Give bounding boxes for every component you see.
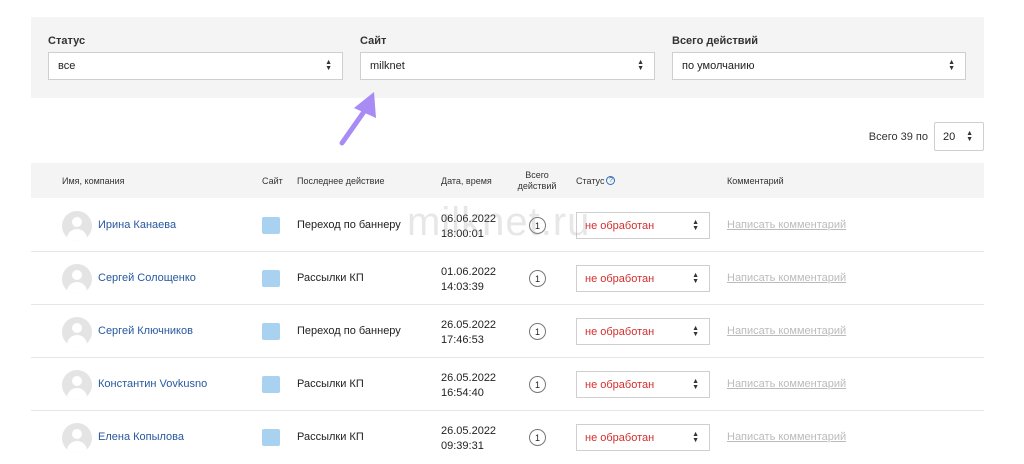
table-header: Имя, компания Сайт Последнее действие Да…: [31, 163, 984, 198]
site-icon: [262, 270, 280, 287]
table-row: Сергей Солощенко Рассылки КП 01.06.2022 1…: [31, 252, 984, 305]
write-comment-link[interactable]: Написать комментарий: [727, 325, 846, 337]
action-count-badge: 1: [529, 323, 546, 340]
total-actions-filter-value: по умолчанию: [682, 60, 755, 72]
site-icon: [262, 429, 280, 446]
header-status-label: Статус: [576, 175, 605, 186]
total-actions-filter: Всего действий: [672, 35, 758, 51]
select-arrows-icon: ▲ ▼: [692, 431, 699, 444]
table-row: Елена Копылова Рассылки КП 26.05.2022 09:…: [31, 411, 984, 464]
avatar: [62, 211, 92, 241]
page-size-select[interactable]: 20 ▲ ▼: [934, 122, 984, 151]
avatar: [62, 423, 92, 453]
status-filter-value: все: [58, 60, 76, 72]
write-comment-link[interactable]: Написать комментарий: [727, 272, 846, 284]
date: 26.05.2022: [441, 372, 497, 384]
select-arrows-icon: ▲ ▼: [325, 59, 332, 72]
table-row: Константин Vovkusno Рассылки КП 26.05.20…: [31, 358, 984, 411]
help-icon[interactable]: ?: [606, 176, 616, 185]
time: 09:39:31: [441, 440, 484, 452]
status-value: не обработан: [585, 219, 655, 232]
status-select[interactable]: не обработан ▲ ▼: [576, 424, 710, 451]
select-arrows-icon: ▲ ▼: [966, 130, 973, 143]
watermark: milknet.ru: [407, 200, 591, 244]
status-filter: Статус: [48, 35, 85, 51]
time: 16:54:40: [441, 387, 484, 399]
datetime: 26.05.2022 09:39:31: [441, 424, 496, 454]
datetime: 01.06.2022 14:03:39: [441, 265, 496, 295]
site-filter: Сайт: [360, 35, 386, 51]
action-count-badge: 1: [529, 376, 546, 393]
status-value: не обработан: [585, 431, 655, 444]
pagination-control: Всего 39 по 20 ▲ ▼: [869, 122, 984, 151]
header-datetime: Дата, время: [441, 175, 492, 186]
select-arrows-icon: ▲ ▼: [692, 219, 699, 232]
last-action: Переход по баннеру: [297, 325, 401, 337]
select-arrows-icon: ▲ ▼: [948, 59, 955, 72]
header-total: Всего действий: [517, 169, 557, 191]
header-last-action: Последнее действие: [297, 175, 385, 186]
site-icon: [262, 376, 280, 393]
site-filter-value: milknet: [370, 60, 405, 72]
select-arrows-icon: ▲ ▼: [692, 272, 699, 285]
action-count-badge: 1: [529, 429, 546, 446]
status-select[interactable]: не обработан ▲ ▼: [576, 212, 710, 239]
site-icon: [262, 217, 280, 234]
contact-name-link[interactable]: Сергей Солощенко: [98, 272, 196, 284]
header-site: Сайт: [262, 175, 283, 186]
avatar: [62, 370, 92, 400]
write-comment-link[interactable]: Написать комментарий: [727, 431, 846, 443]
last-action: Рассылки КП: [297, 378, 364, 390]
date: 01.06.2022: [441, 266, 497, 278]
select-arrows-icon: ▲ ▼: [692, 325, 699, 338]
action-count-badge: 1: [529, 270, 546, 287]
status-select[interactable]: не обработан ▲ ▼: [576, 318, 710, 345]
status-select[interactable]: не обработан ▲ ▼: [576, 371, 710, 398]
filter-panel: Статус все ▲ ▼ Сайт milknet ▲ ▼ Всего дейс…: [31, 17, 984, 98]
header-name: Имя, компания: [62, 175, 125, 186]
contact-name-link[interactable]: Ирина Канаева: [98, 219, 176, 231]
contact-name-link[interactable]: Сергей Ключников: [98, 325, 193, 337]
time: 17:46:53: [441, 334, 484, 346]
status-select[interactable]: не обработан ▲ ▼: [576, 265, 710, 292]
status-value: не обработан: [585, 325, 655, 338]
last-action: Рассылки КП: [297, 272, 364, 284]
status-value: не обработан: [585, 378, 655, 391]
datetime: 26.05.2022 16:54:40: [441, 371, 496, 401]
date: 26.05.2022: [441, 319, 497, 331]
table-row: Сергей Ключников Переход по баннеру 26.0…: [31, 305, 984, 358]
status-filter-select[interactable]: все ▲ ▼: [48, 52, 343, 80]
select-arrows-icon: ▲ ▼: [692, 378, 699, 391]
write-comment-link[interactable]: Написать комментарий: [727, 378, 846, 390]
write-comment-link[interactable]: Написать комментарий: [727, 219, 846, 231]
total-count-label: Всего 39 по: [868, 130, 928, 143]
time: 14:03:39: [441, 281, 484, 293]
last-action: Переход по баннеру: [297, 219, 401, 231]
status-value: не обработан: [585, 272, 655, 285]
contact-name-link[interactable]: Константин Vovkusno: [98, 378, 207, 390]
avatar: [62, 264, 92, 294]
last-action: Рассылки КП: [297, 431, 364, 443]
site-filter-select[interactable]: milknet ▲ ▼: [360, 52, 655, 80]
status-filter-label: Статус: [48, 35, 86, 47]
total-actions-filter-select[interactable]: по умолчанию ▲ ▼: [672, 52, 966, 80]
select-arrows-icon: ▲ ▼: [637, 59, 644, 72]
date: 26.05.2022: [441, 425, 497, 437]
avatar: [62, 317, 92, 347]
site-icon: [262, 323, 280, 340]
contact-name-link[interactable]: Елена Копылова: [98, 431, 184, 443]
header-comment: Комментарий: [727, 175, 784, 186]
datetime: 26.05.2022 17:46:53: [441, 318, 496, 348]
page-size-value: 20: [943, 130, 956, 143]
site-filter-label: Сайт: [360, 35, 387, 47]
annotation-arrow-icon: [339, 92, 376, 146]
total-actions-filter-label: Всего действий: [672, 35, 759, 47]
header-status: Статус ?: [576, 163, 616, 198]
